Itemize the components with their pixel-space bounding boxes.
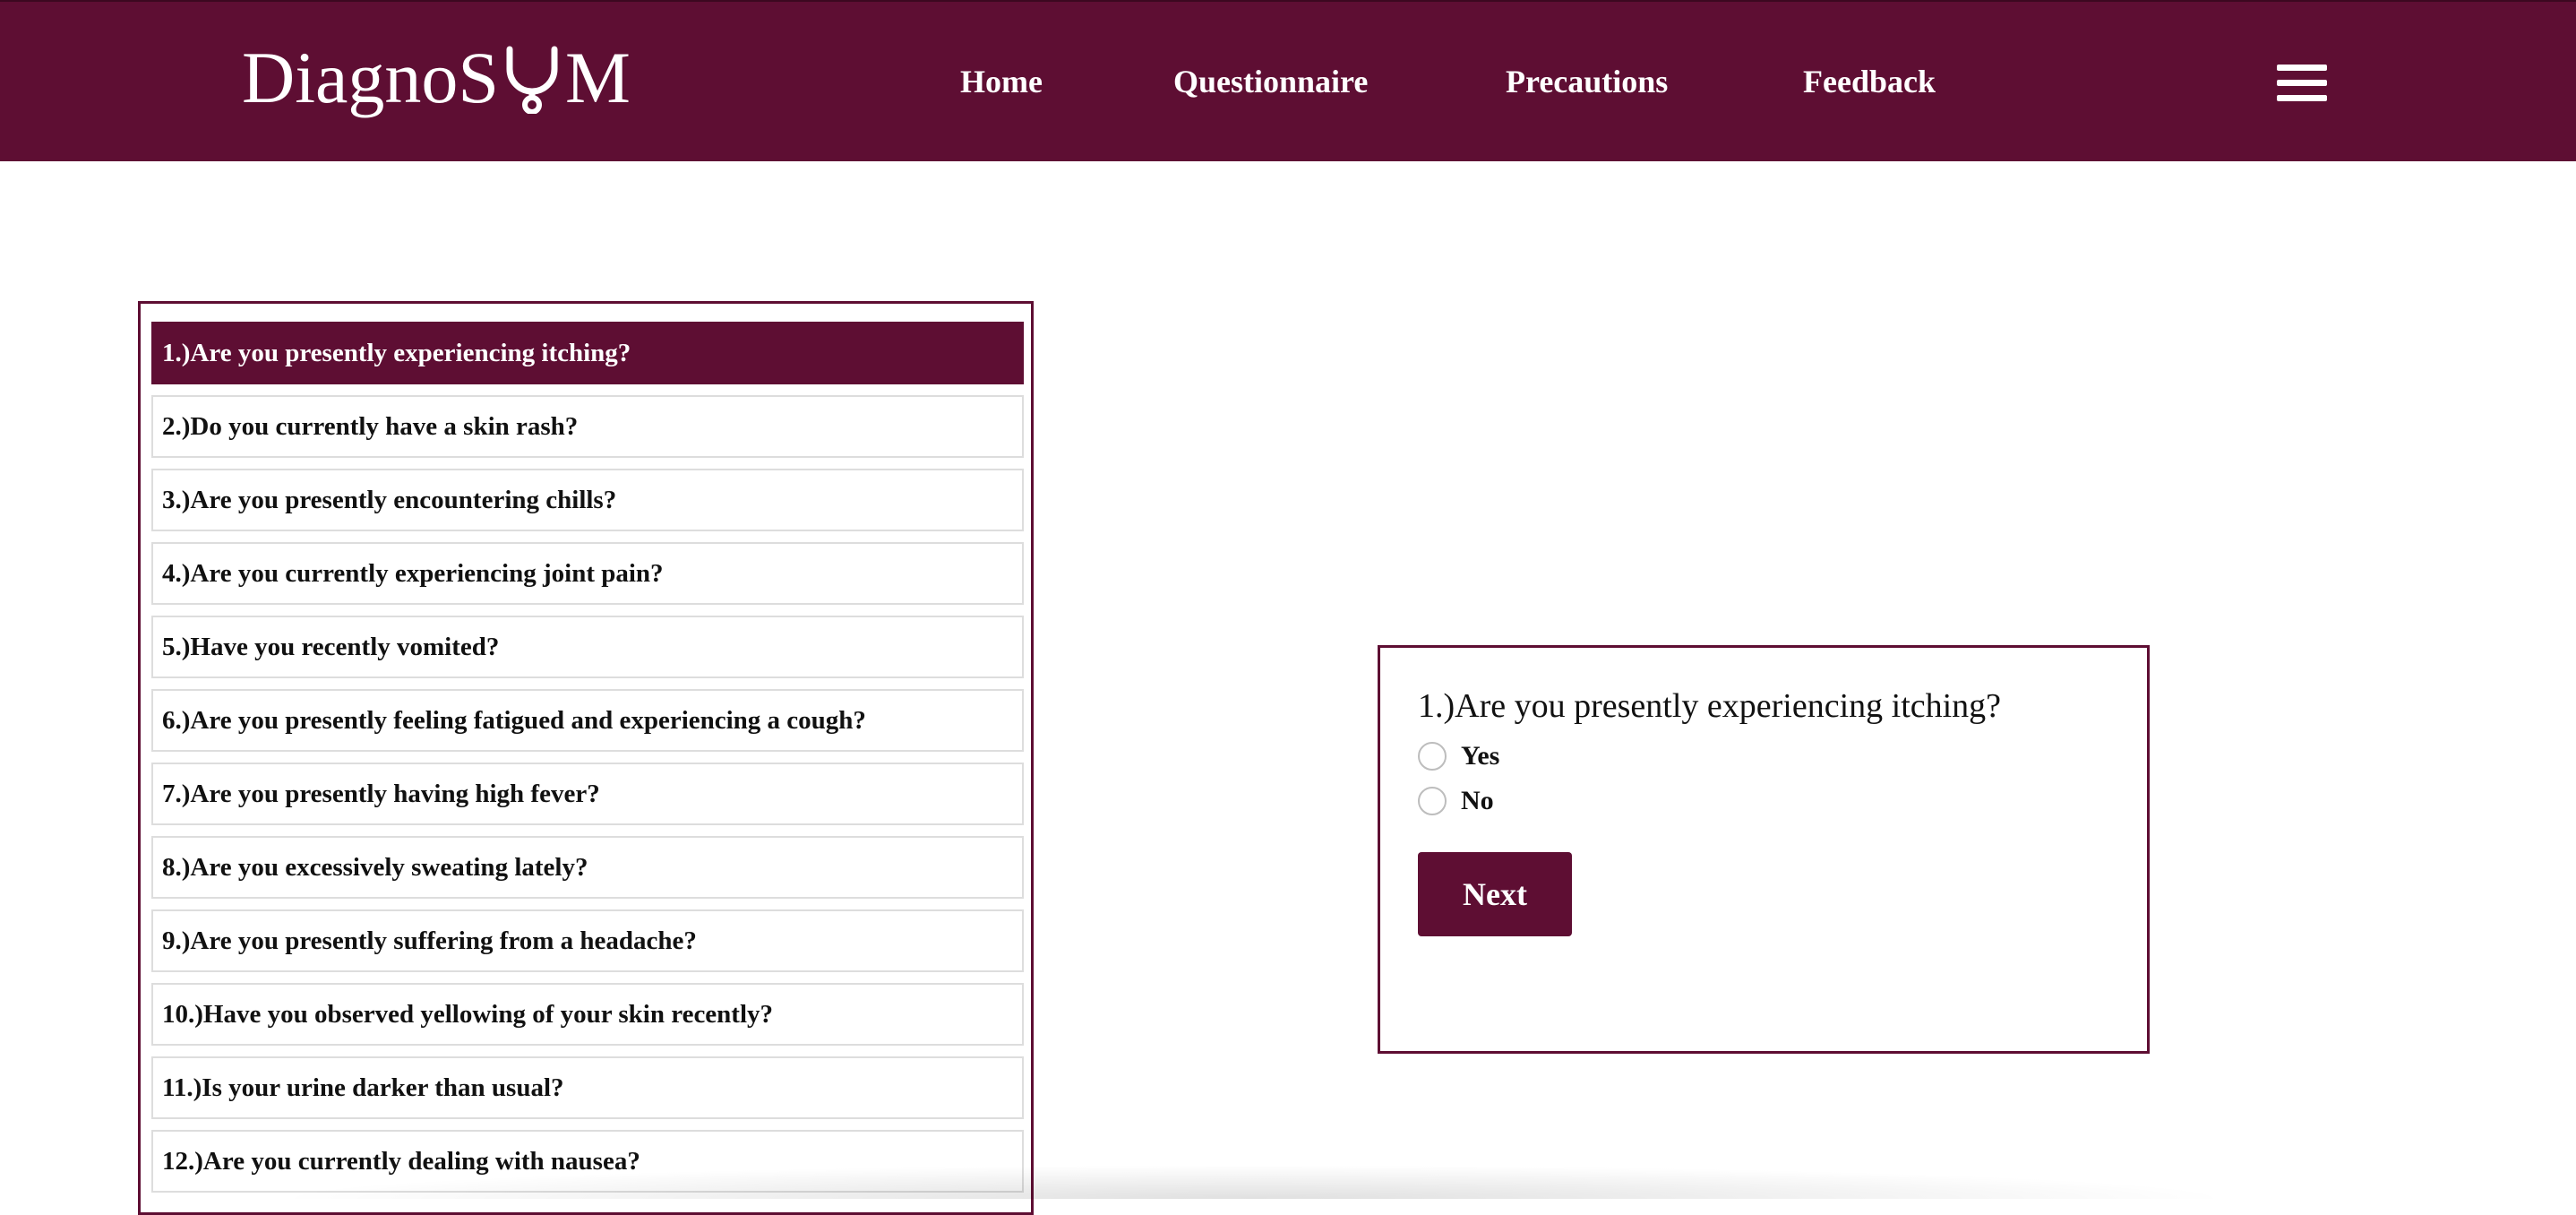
question-item-5[interactable]: 5.)Have you recently vomited? — [151, 616, 1024, 678]
question-item-6[interactable]: 6.)Are you presently feeling fatigued an… — [151, 689, 1024, 752]
hamburger-menu-icon[interactable] — [2277, 65, 2327, 102]
nav-home[interactable]: Home — [960, 61, 1043, 102]
question-item-8[interactable]: 8.)Are you excessively sweating lately? — [151, 836, 1024, 899]
next-button[interactable]: Next — [1418, 852, 1572, 936]
question-card: 1.)Are you presently experiencing itchin… — [1378, 645, 2150, 1054]
radio-no[interactable] — [1418, 787, 1447, 815]
current-question-title: 1.)Are you presently experiencing itchin… — [1418, 687, 2002, 725]
question-item-3[interactable]: 3.)Are you presently encountering chills… — [151, 469, 1024, 531]
nav-precautions[interactable]: Precautions — [1506, 61, 1668, 102]
question-item-9[interactable]: 9.)Are you presently suffering from a he… — [151, 909, 1024, 972]
question-list: 1.)Are you presently experiencing itchin… — [138, 301, 1034, 1215]
bottom-shadow — [269, 1165, 2239, 1199]
navbar: DiagnoS M Home Questionnaire Precautions… — [0, 0, 2576, 161]
option-no[interactable]: No — [1418, 786, 2109, 816]
question-item-10[interactable]: 10.)Have you observed yellowing of your … — [151, 983, 1024, 1046]
question-item-11[interactable]: 11.)Is your urine darker than usual? — [151, 1056, 1024, 1119]
nav-questionnaire[interactable]: Questionnaire — [1173, 61, 1368, 102]
question-item-2[interactable]: 2.)Do you currently have a skin rash? — [151, 395, 1024, 458]
option-no-label: No — [1461, 786, 1494, 815]
question-item-1[interactable]: 1.)Are you presently experiencing itchin… — [151, 322, 1024, 384]
option-yes[interactable]: Yes — [1418, 741, 2109, 771]
stethoscope-icon — [506, 46, 558, 114]
radio-yes[interactable] — [1418, 742, 1447, 771]
option-yes-label: Yes — [1461, 741, 1500, 771]
question-item-4[interactable]: 4.)Are you currently experiencing joint … — [151, 542, 1024, 605]
question-item-7[interactable]: 7.)Are you presently having high fever? — [151, 763, 1024, 825]
brand-logo[interactable]: DiagnoS M — [242, 38, 631, 118]
logo-text-end: M — [565, 37, 631, 118]
nav-feedback[interactable]: Feedback — [1803, 61, 1936, 102]
logo-text-start: DiagnoS — [242, 37, 499, 118]
